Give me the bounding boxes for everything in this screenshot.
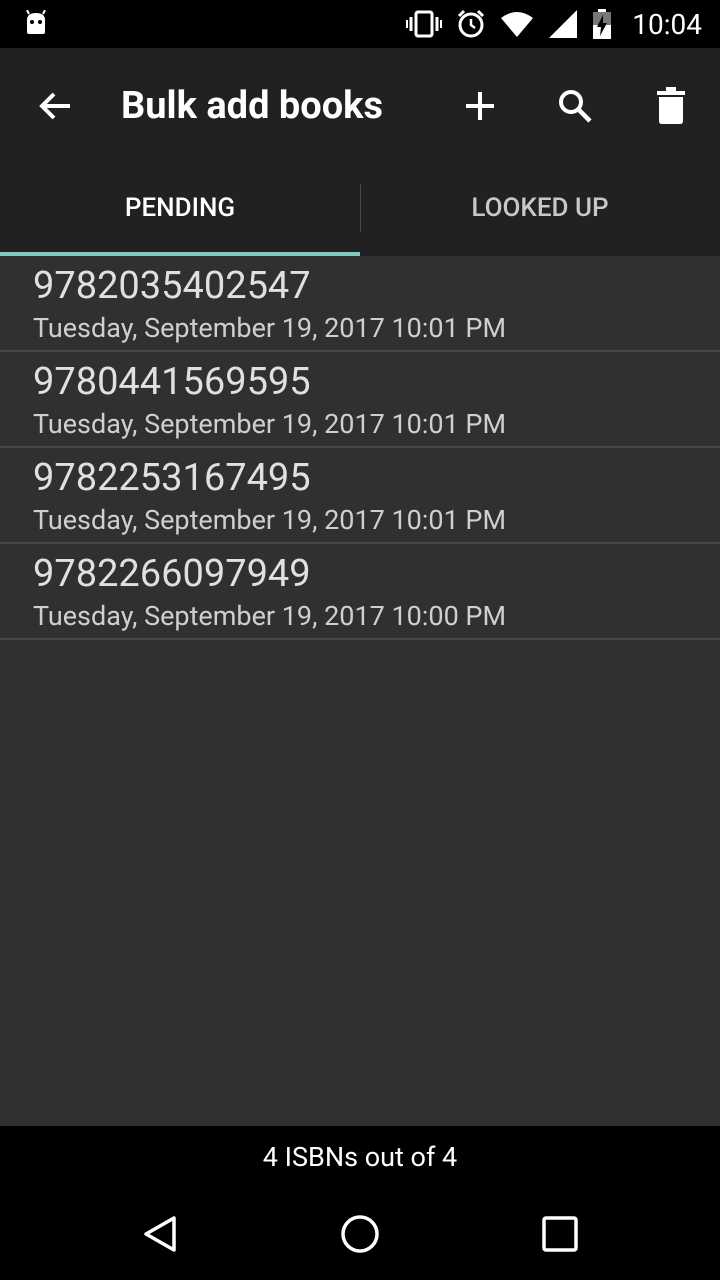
back-button[interactable] <box>30 80 82 132</box>
android-notification-icon <box>24 9 48 40</box>
alarm-icon <box>456 9 486 39</box>
trash-icon <box>657 87 685 124</box>
isbn-list: 9782035402547 Tuesday, September 19, 201… <box>0 256 720 640</box>
list-item[interactable]: 9782266097949 Tuesday, September 19, 201… <box>0 544 720 640</box>
delete-button[interactable] <box>645 80 697 132</box>
tab-looked-up[interactable]: LOOKED UP <box>360 160 720 256</box>
date-text: Tuesday, September 19, 2017 10:00 PM <box>33 600 507 632</box>
isbn-text: 9782266097949 <box>33 552 311 596</box>
tab-pending[interactable]: PENDING <box>0 160 360 256</box>
circle-home-icon <box>341 1215 379 1253</box>
isbn-count-footer: 4 ISBNs out of 4 <box>0 1126 720 1188</box>
add-button[interactable] <box>454 80 506 132</box>
list-item[interactable]: 9782035402547 Tuesday, September 19, 201… <box>0 256 720 352</box>
tab-bar: PENDING LOOKED UP <box>0 160 720 256</box>
triangle-back-icon <box>144 1216 176 1252</box>
system-navigation-bar <box>0 1188 720 1280</box>
date-text: Tuesday, September 19, 2017 10:01 PM <box>33 504 507 536</box>
plus-icon <box>466 92 494 120</box>
list-item[interactable]: 9780441569595 Tuesday, September 19, 201… <box>0 352 720 448</box>
isbn-text: 9782035402547 <box>33 264 311 308</box>
search-icon <box>559 90 592 123</box>
status-time: 10:04 <box>632 7 702 41</box>
status-bar: 10:04 <box>0 0 720 48</box>
vibrate-icon <box>406 10 443 38</box>
nav-recents-button[interactable] <box>528 1202 592 1266</box>
square-recents-icon <box>542 1216 578 1252</box>
page-title: Bulk add books <box>121 84 383 128</box>
date-text: Tuesday, September 19, 2017 10:01 PM <box>33 312 507 344</box>
nav-back-button[interactable] <box>128 1202 192 1266</box>
date-text: Tuesday, September 19, 2017 10:01 PM <box>33 408 507 440</box>
search-button[interactable] <box>549 80 601 132</box>
app-toolbar: Bulk add books <box>0 48 720 160</box>
wifi-icon <box>500 10 534 38</box>
isbn-text: 9780441569595 <box>33 360 311 404</box>
cell-signal-icon <box>548 9 578 39</box>
nav-home-button[interactable] <box>328 1202 392 1266</box>
isbn-text: 9782253167495 <box>33 456 311 500</box>
arrow-left-icon <box>39 92 70 120</box>
list-item[interactable]: 9782253167495 Tuesday, September 19, 201… <box>0 448 720 544</box>
battery-charging-icon <box>592 9 612 39</box>
